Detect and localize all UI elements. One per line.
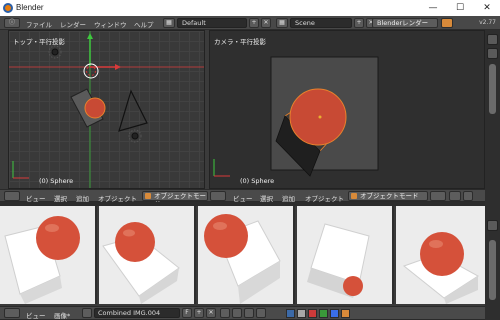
maximize-button[interactable]: ☐ [447,0,473,16]
image-pin-button[interactable] [220,308,230,318]
menu-render[interactable]: レンダー [60,19,86,29]
render-thumb-1[interactable] [0,206,97,304]
viewport-camera-ortho[interactable]: カメラ・平行投影 (0) Sphere [209,30,485,189]
sphere-object[interactable] [84,97,106,119]
menu-image[interactable]: 画像* [54,310,70,320]
fake-user-button[interactable]: F [182,308,192,318]
display-red-button[interactable] [308,309,317,318]
lamp-icon[interactable] [51,48,59,56]
object-info: (0) Sphere [240,177,275,185]
image-browse-icon[interactable] [82,308,92,318]
manipulator-x-head [115,64,121,70]
viewport-shading-button[interactable] [430,191,446,201]
blender-info-icon [441,18,453,28]
3d-cursor-ring [86,66,96,76]
display-green-button[interactable] [319,309,328,318]
render-thumb-4[interactable] [297,206,394,304]
menu-window[interactable]: ウィンドウ [94,19,127,29]
menu-help[interactable]: ヘルプ [134,19,154,29]
camera-object[interactable] [118,89,148,132]
object-mode-icon [145,193,151,199]
render-thumbnails [0,206,485,306]
blender-logo-icon [3,3,13,13]
region-toggle-button[interactable] [487,48,498,59]
editor-type-image-icon[interactable] [4,308,20,318]
screen-browse-icon[interactable]: ▦ [163,18,175,28]
scroll-thumb-2[interactable] [489,240,496,300]
render-thumb-3[interactable] [198,206,295,304]
right-scroll-region[interactable] [485,30,500,320]
mode-select-right[interactable]: オブジェクトモード [348,191,428,201]
scroll-thumb[interactable] [489,64,496,114]
render-thumb-2[interactable] [99,206,196,304]
sphere-object[interactable] [289,88,347,146]
render-image-2 [102,222,180,304]
lamp-icon-2[interactable] [131,132,139,140]
region-toggle-button-2[interactable] [487,220,498,231]
image-remove-button[interactable]: ✕ [206,308,216,318]
object-mode-icon [351,193,357,199]
view3d-header-row: ビュー 選択 追加 オブジェクト オブジェクトモード ビュー 選択 追加 オブジ… [0,189,485,208]
pivot-point-button[interactable] [449,191,461,201]
mode-select[interactable]: オブジェクトモード [142,191,208,208]
screen-layout-field[interactable]: Default [177,18,247,28]
display-z-button[interactable] [341,309,350,318]
window-title: Blender [16,3,44,12]
display-blue-button[interactable] [330,309,339,318]
image-layer-button[interactable] [256,308,266,318]
render-image-1 [4,216,80,304]
viewport-top-ortho[interactable]: トップ・平行投影 (0) Sphere [8,30,205,189]
editor-type-3d-icon[interactable] [4,191,20,201]
render-thumb-5[interactable] [396,206,485,304]
sphere-origin [318,115,322,119]
scroll-up-button[interactable] [487,34,498,45]
object-info: (0) Sphere [39,177,74,185]
display-rgb-button[interactable] [286,309,295,318]
render-image-5 [402,232,479,304]
viewport-top-scene [9,31,204,188]
manipulator-y-head [87,33,93,39]
scene-field[interactable]: Scene [290,18,352,28]
viewport-camera-scene [213,56,379,177]
version-label: v2.77 [479,19,496,26]
render-image-3 [204,214,281,304]
menu-file[interactable]: ファイル [26,19,52,29]
info-header: ⓘ ファイル レンダー ウィンドウ ヘルプ ▦ Default + ✕ ▦ Sc… [0,16,500,30]
viewport-label: カメラ・平行投影 [214,38,266,46]
menu-view-image[interactable]: ビュー [26,310,46,320]
editor-type-3d-icon-right[interactable] [210,191,226,201]
manipulator-toggle[interactable] [463,191,473,201]
image-editor-header: ビュー 画像* Combined IMG.004 F + ✕ [0,306,485,320]
title-bar: Blender — ☐ ✕ [0,0,500,16]
scene-add-button[interactable]: + [354,18,364,28]
viewport-label: トップ・平行投影 [13,38,65,46]
minimize-button[interactable]: — [420,0,446,16]
scene-browse-icon[interactable]: ▦ [276,18,288,28]
image-pass-button[interactable] [244,308,254,318]
image-slot-button[interactable] [232,308,242,318]
image-add-button[interactable]: + [194,308,204,318]
editor-type-icon[interactable]: ⓘ [4,18,20,28]
image-name-field[interactable]: Combined IMG.004 [94,308,180,318]
render-engine-select[interactable]: Blenderレンダー [372,18,438,28]
render-image-4 [307,223,370,298]
display-alpha-button[interactable] [297,309,306,318]
screen-remove-button[interactable]: ✕ [261,18,271,28]
screen-add-button[interactable]: + [249,18,259,28]
close-button[interactable]: ✕ [474,0,500,16]
